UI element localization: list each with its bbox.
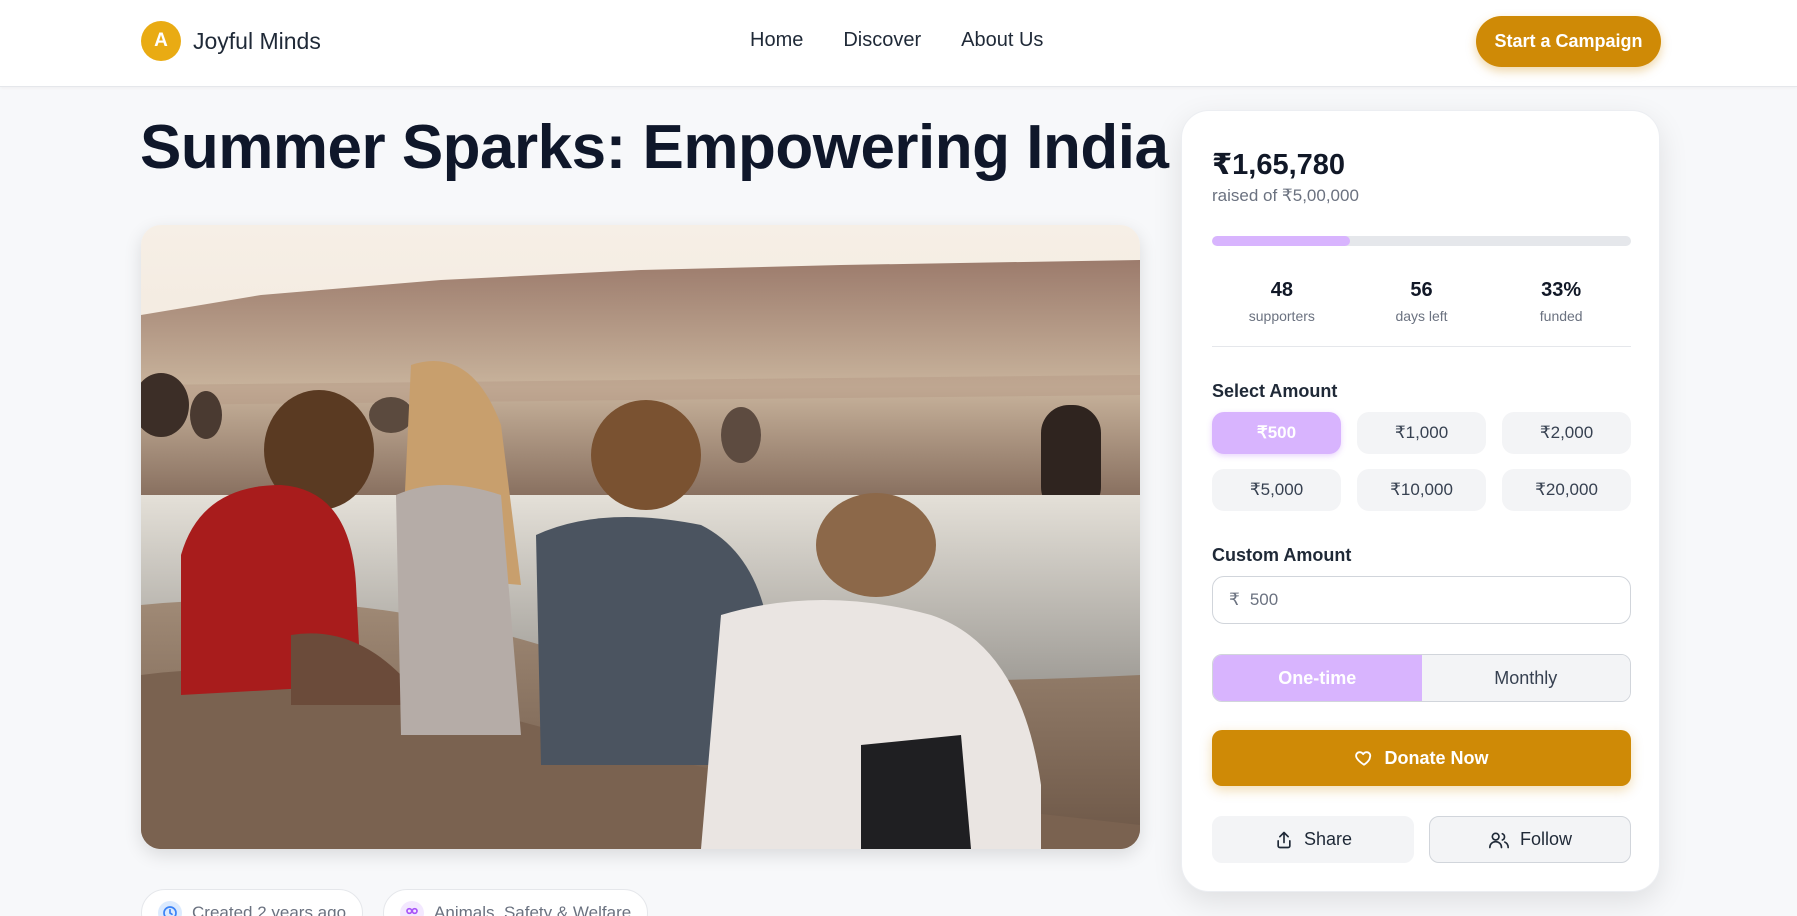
nav-home-link[interactable]: Home xyxy=(750,29,803,52)
top-header: A Joyful Minds Home Discover About Us St… xyxy=(0,0,1797,87)
progress-fill xyxy=(1212,236,1351,246)
one-time-option[interactable]: One-time xyxy=(1213,655,1422,701)
amount-option-2000[interactable]: ₹2,000 xyxy=(1502,412,1631,454)
campaign-hero-image xyxy=(141,225,1140,849)
select-amount-label: Select Amount xyxy=(1212,381,1338,401)
campaign-meta: Created 2 years ago Animals, Safety & We… xyxy=(141,889,649,916)
children-by-sea-illustration xyxy=(141,225,1140,849)
frequency-toggle: One-time Monthly xyxy=(1212,654,1631,702)
category-chip[interactable]: Animals, Safety & Welfare xyxy=(383,889,649,916)
donate-now-button[interactable]: Donate Now xyxy=(1212,730,1631,786)
category-text: Animals, Safety & Welfare xyxy=(434,903,632,916)
nav-discover-link[interactable]: Discover xyxy=(843,29,921,52)
nav-about-link[interactable]: About Us xyxy=(961,29,1043,52)
custom-amount-input[interactable] xyxy=(1249,590,1610,610)
category-icon xyxy=(400,901,425,916)
follow-label: Follow xyxy=(1519,829,1572,849)
campaign-title: Summer Sparks: Empowering India xyxy=(140,113,1169,182)
stat-days-left: 56 days left xyxy=(1352,279,1492,346)
stat-value: 48 xyxy=(1270,279,1293,301)
amount-option-10000[interactable]: ₹10,000 xyxy=(1357,469,1486,511)
main-nav: Home Discover About Us xyxy=(750,29,1043,52)
stat-value: 56 xyxy=(1410,279,1433,301)
stat-label: supporters xyxy=(1248,308,1315,324)
donate-now-label: Donate Now xyxy=(1384,747,1489,768)
custom-amount-label: Custom Amount xyxy=(1212,545,1352,565)
donation-card: ₹1,65,780 raised of ₹5,00,000 48 support… xyxy=(1181,110,1660,892)
stat-label: funded xyxy=(1539,308,1583,324)
amount-option-5000[interactable]: ₹5,000 xyxy=(1212,469,1341,511)
follow-button[interactable]: Follow xyxy=(1429,816,1631,863)
share-icon xyxy=(1277,831,1291,848)
amount-option-20000[interactable]: ₹20,000 xyxy=(1502,469,1631,511)
brand-logo[interactable]: A Joyful Minds xyxy=(141,21,321,61)
brand-name: Joyful Minds xyxy=(193,27,321,54)
secondary-actions: Share Follow xyxy=(1212,816,1631,863)
stat-value: 33% xyxy=(1541,279,1582,301)
funding-progress-bar xyxy=(1212,236,1631,246)
monthly-option[interactable]: Monthly xyxy=(1421,655,1630,701)
created-chip: Created 2 years ago xyxy=(141,889,364,916)
logo-mark: A xyxy=(141,21,181,61)
campaign-stats: 48 supporters 56 days left 33% funded xyxy=(1212,279,1631,347)
amount-option-1000[interactable]: ₹1,000 xyxy=(1357,412,1486,454)
amount-options: ₹500 ₹1,000 ₹2,000 ₹5,000 ₹10,000 ₹20,00… xyxy=(1212,412,1631,511)
stat-funded: 33% funded xyxy=(1491,279,1631,346)
stat-label: days left xyxy=(1395,308,1448,324)
goal-text: raised of ₹5,00,000 xyxy=(1212,186,1359,205)
custom-amount-field[interactable]: ₹ xyxy=(1212,576,1631,624)
share-button[interactable]: Share xyxy=(1212,816,1414,863)
users-icon xyxy=(1488,832,1509,848)
raised-amount: ₹1,65,780 xyxy=(1212,149,1346,181)
amount-option-500[interactable]: ₹500 xyxy=(1212,412,1341,454)
start-campaign-button[interactable]: Start a Campaign xyxy=(1476,16,1661,67)
heart-icon xyxy=(1355,751,1372,766)
clock-icon xyxy=(158,901,182,916)
stat-supporters: 48 supporters xyxy=(1212,279,1352,346)
currency-symbol: ₹ xyxy=(1229,590,1240,609)
share-label: Share xyxy=(1303,829,1353,849)
created-text: Created 2 years ago xyxy=(192,903,347,916)
